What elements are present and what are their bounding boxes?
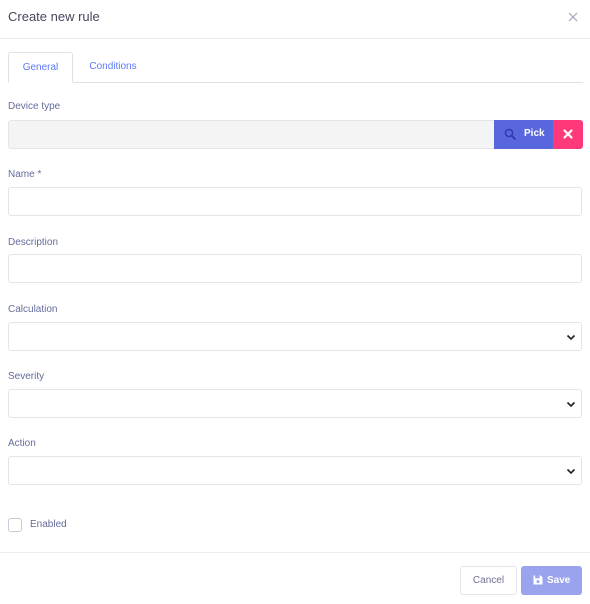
cancel-button[interactable]: Cancel bbox=[460, 566, 517, 595]
close-icon bbox=[568, 12, 578, 22]
enabled-label: Enabled bbox=[30, 519, 67, 530]
calculation-select[interactable] bbox=[8, 322, 582, 351]
save-button-label: Save bbox=[547, 575, 571, 586]
device-type-field bbox=[8, 120, 495, 149]
name-field[interactable] bbox=[8, 187, 582, 216]
name-input[interactable] bbox=[9, 188, 581, 215]
chevron-down-icon bbox=[566, 401, 576, 408]
device-type-input bbox=[9, 121, 495, 148]
save-button[interactable]: Save bbox=[521, 566, 582, 595]
name-label: Name * bbox=[8, 169, 42, 180]
pick-button-label: Pick bbox=[524, 128, 545, 139]
severity-select[interactable] bbox=[8, 389, 582, 418]
chevron-down-icon bbox=[566, 468, 576, 475]
calculation-label: Calculation bbox=[8, 304, 58, 315]
close-icon bbox=[563, 129, 573, 139]
clear-device-type-button[interactable] bbox=[553, 120, 583, 149]
action-select[interactable] bbox=[8, 456, 582, 485]
tab-conditions[interactable]: Conditions bbox=[74, 52, 152, 83]
device-type-label: Device type bbox=[8, 101, 61, 112]
modal-header: Create new rule bbox=[0, 0, 590, 39]
description-label: Description bbox=[8, 237, 59, 248]
severity-label: Severity bbox=[8, 371, 45, 382]
floppy-disk-icon bbox=[533, 575, 543, 585]
close-button[interactable] bbox=[566, 10, 580, 24]
search-icon bbox=[504, 128, 516, 140]
modal-title: Create new rule bbox=[8, 9, 100, 24]
modal-footer: Cancel Save bbox=[0, 552, 590, 604]
tab-bar: General Conditions bbox=[8, 52, 583, 83]
create-rule-modal: Create new rule General Conditions Devic… bbox=[0, 0, 590, 604]
action-label: Action bbox=[8, 438, 36, 449]
enabled-checkbox[interactable] bbox=[8, 518, 22, 532]
description-input[interactable] bbox=[9, 255, 581, 282]
pick-button[interactable]: Pick bbox=[494, 120, 553, 149]
chevron-down-icon bbox=[566, 334, 576, 341]
description-field[interactable] bbox=[8, 254, 582, 283]
tab-general[interactable]: General bbox=[8, 52, 73, 83]
